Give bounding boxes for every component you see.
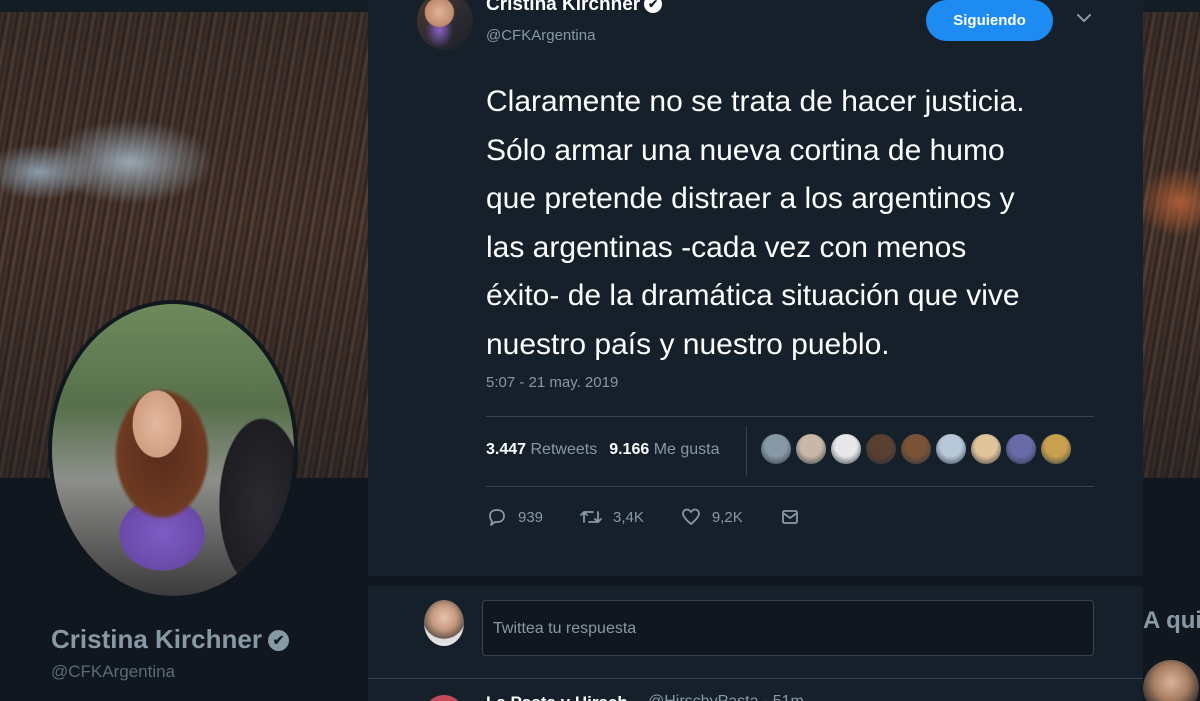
reply-count: 939 bbox=[518, 508, 544, 526]
current-user-avatar[interactable] bbox=[424, 600, 464, 646]
tweet-stats: 3.447 Retweets 9.166 Me gusta bbox=[486, 441, 720, 459]
tweet-text-line: Sólo armar una nueva cortina de humo bbox=[486, 133, 1005, 167]
likes-stat[interactable]: 9.166 Me gusta bbox=[609, 441, 719, 458]
envelope-icon bbox=[781, 510, 798, 524]
tweet-text-line: que pretende distraer a los argentinos y bbox=[486, 182, 1015, 215]
reply-composer: Twittea tu respuesta bbox=[368, 576, 1143, 678]
reply-list-item[interactable]: La Pasta y Hirsch @HirschyPasta · 51m bbox=[368, 678, 1143, 701]
tweet-author-name[interactable]: Cristina Kirchner ✔ bbox=[486, 0, 663, 16]
liker-avatar[interactable] bbox=[865, 433, 897, 465]
retweet-button[interactable]: 3,4K bbox=[579, 506, 644, 528]
liker-avatars bbox=[760, 433, 1072, 465]
reply-author-name[interactable]: La Pasta y Hirsch bbox=[486, 693, 628, 701]
liker-avatar[interactable] bbox=[1005, 433, 1037, 465]
direct-message-button[interactable] bbox=[779, 506, 811, 528]
reply-button[interactable]: 939 bbox=[486, 506, 543, 528]
chevron-down-icon[interactable] bbox=[1073, 7, 1095, 29]
retweets-stat[interactable]: 3.447 Retweets bbox=[486, 441, 597, 458]
liker-avatar[interactable] bbox=[1040, 433, 1072, 465]
stats-divider bbox=[746, 426, 747, 476]
divider bbox=[486, 416, 1094, 417]
like-button[interactable]: 9,2K bbox=[680, 506, 743, 528]
tweet-author-handle[interactable]: @CFKArgentina bbox=[486, 27, 595, 44]
liker-avatar[interactable] bbox=[900, 433, 932, 465]
tweet-text-line: nuestro país y nuestro pueblo. bbox=[486, 327, 890, 361]
liker-avatar[interactable] bbox=[830, 433, 862, 465]
tweet-actions: 939 3,4K 9,2K bbox=[486, 506, 847, 528]
retweet-count: 3,4K bbox=[613, 508, 644, 526]
who-to-follow-title: A qui bbox=[1143, 607, 1200, 634]
following-button[interactable]: Siguiendo bbox=[926, 0, 1053, 41]
tweet-timestamp[interactable]: 5:07 - 21 may. 2019 bbox=[486, 374, 618, 391]
tweet-text-line: las argentinas -cada vez con menos bbox=[486, 230, 967, 264]
heart-icon bbox=[681, 508, 700, 525]
like-count: 9,2K bbox=[711, 508, 743, 526]
liker-avatar[interactable] bbox=[935, 433, 967, 465]
tweet-modal: Cristina Kirchner ✔ @CFKArgentina Siguien… bbox=[368, 0, 1143, 701]
reply-author-handle: @HirschyPasta · 51m bbox=[648, 693, 804, 701]
reply-icon bbox=[489, 509, 505, 526]
reply-author-avatar[interactable] bbox=[424, 695, 464, 701]
verified-icon: ✔ bbox=[267, 630, 289, 651]
divider bbox=[486, 486, 1094, 487]
verified-icon: ✔ bbox=[644, 0, 663, 13]
liker-avatar[interactable] bbox=[760, 433, 792, 465]
profile-handle: @CFKArgentina bbox=[51, 662, 176, 681]
reply-input[interactable]: Twittea tu respuesta bbox=[482, 600, 1094, 656]
tweet-text-line: Claramente no se trata de hacer justicia… bbox=[486, 85, 1025, 118]
liker-avatar[interactable] bbox=[970, 433, 1002, 465]
tweet-author-avatar[interactable] bbox=[417, 0, 473, 50]
retweet-icon bbox=[580, 511, 602, 523]
tweet-text-line: éxito- de la dramática situación que viv… bbox=[486, 279, 1020, 312]
profile-name[interactable]: Cristina Kirchner ✔ bbox=[51, 624, 289, 655]
tweet-text: Claramente no se trata de hacer justicia… bbox=[486, 78, 1106, 369]
profile-avatar[interactable] bbox=[48, 300, 298, 600]
liker-avatar[interactable] bbox=[795, 433, 827, 465]
